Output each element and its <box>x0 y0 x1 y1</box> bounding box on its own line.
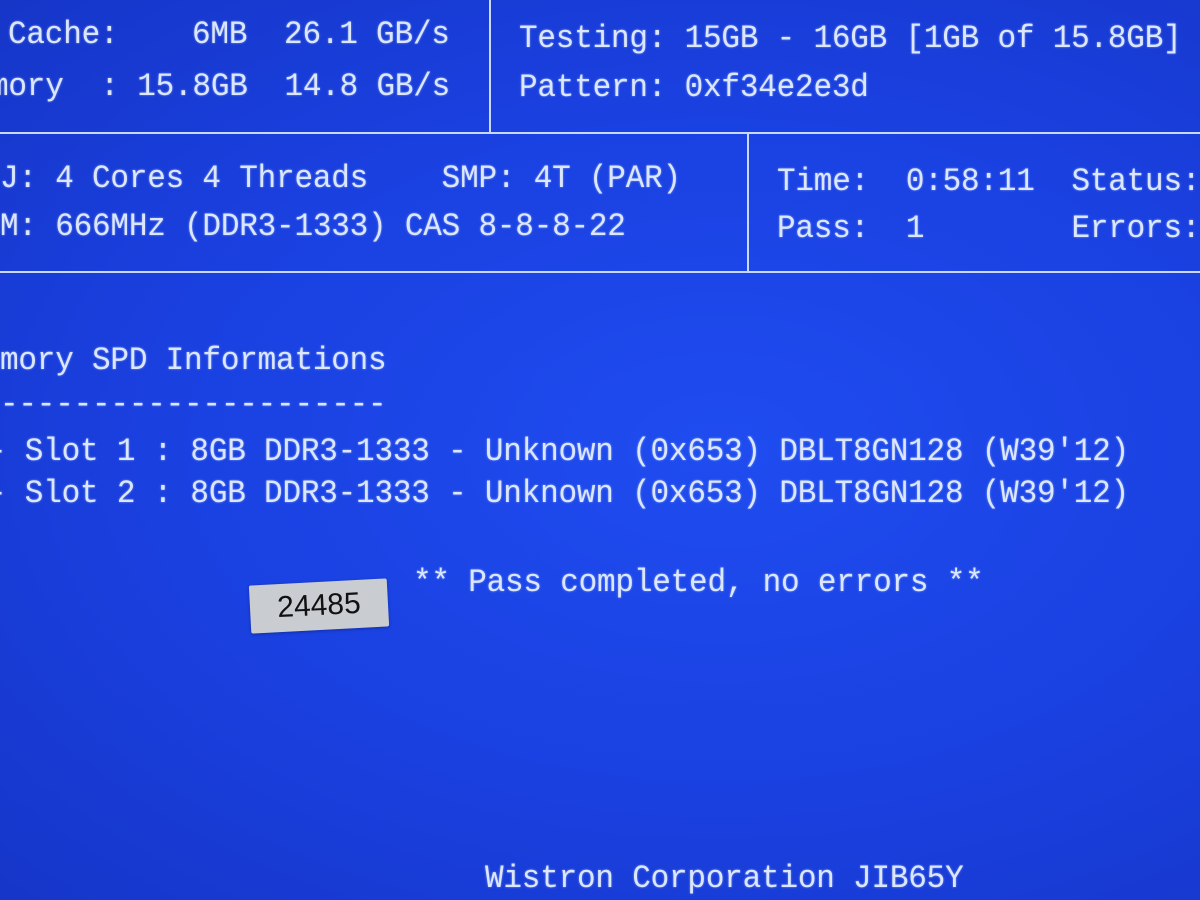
spd-divider: --------------------- <box>0 386 387 424</box>
elapsed-time: Time: 0:58:11 Status: <box>777 163 1200 201</box>
footer-vendor: Wistron Corporation JIB65Y <box>485 860 964 898</box>
test-pattern: Pattern: 0xf34e2e3d <box>519 69 869 107</box>
spd-title: mory SPD Informations <box>0 342 387 380</box>
panel-divider <box>489 0 491 134</box>
slot-1-info: - Slot 1 : 8GB DDR3-1333 - Unknown (0x65… <box>0 433 1129 471</box>
panel-divider <box>0 271 1200 273</box>
ram-info: M: 666MHz (DDR3-1333) CAS 8-8-8-22 <box>0 208 626 246</box>
memory-info: mory : 15.8GB 14.8 GB/s <box>0 68 451 106</box>
asset-sticker: 24485 <box>248 578 390 634</box>
panel-divider <box>747 134 749 272</box>
sticker-number: 24485 <box>276 586 362 625</box>
pass-result-message: ** Pass completed, no errors ** <box>413 564 984 602</box>
testing-range: Testing: 15GB - 16GB [1GB of 15.8GB] <box>519 20 1182 58</box>
pass-count: Pass: 1 Errors: <box>777 210 1200 248</box>
panel-divider <box>0 132 1200 134</box>
cpu-info: J: 4 Cores 4 Threads SMP: 4T (PAR) <box>0 160 681 198</box>
slot-2-info: - Slot 2 : 8GB DDR3-1333 - Unknown (0x65… <box>0 475 1129 513</box>
cache-info: Cache: 6MB 26.1 GB/s <box>8 16 450 54</box>
